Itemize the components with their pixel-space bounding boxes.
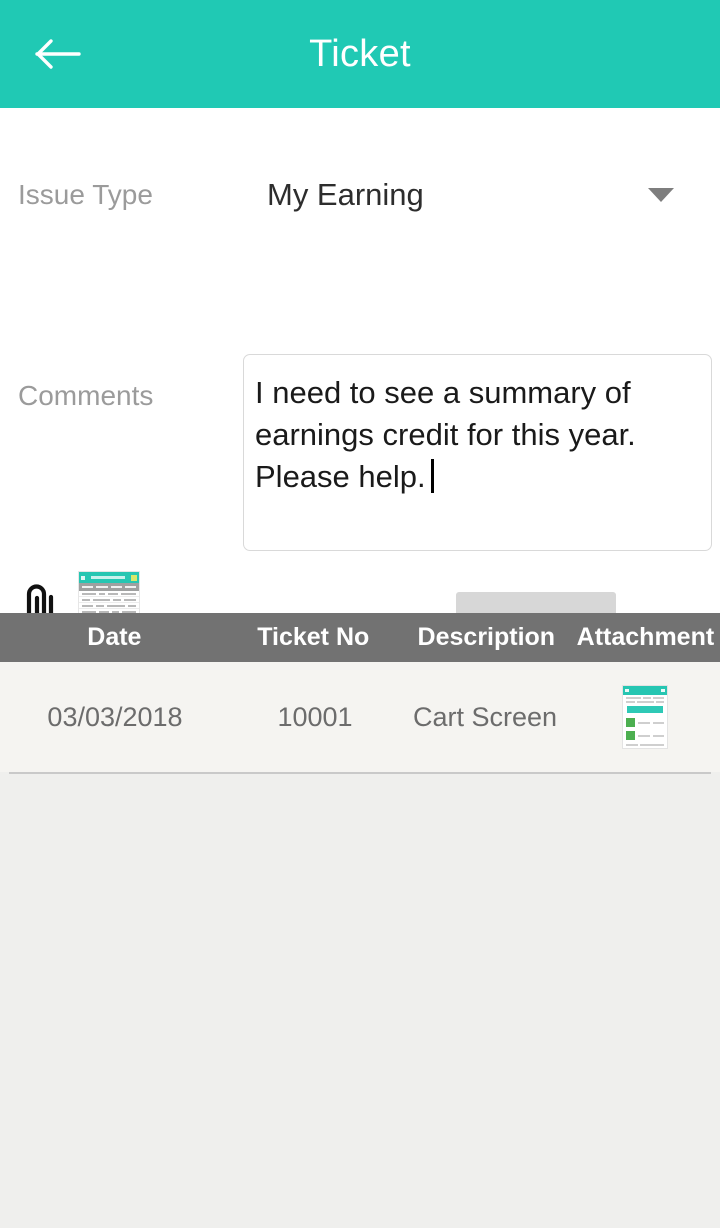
column-header-description: Description [398,623,571,652]
arrow-left-icon [35,38,81,70]
column-header-date: Date [0,623,229,652]
issue-type-label: Issue Type [18,179,153,211]
page-background [0,790,720,1228]
table-row[interactable]: 03/03/2018 10001 Cart Screen [0,662,720,772]
comments-label: Comments [18,380,153,412]
cell-description: Cart Screen [400,702,570,733]
cell-attachment [570,685,720,749]
back-button[interactable] [30,26,86,82]
table-header-row: Date Ticket No Description Attachment [0,613,720,662]
issue-type-row: Issue Type My Earning [0,160,720,230]
issue-type-value: My Earning [245,177,424,213]
text-cursor [431,459,434,493]
chevron-down-icon [648,188,674,202]
page-title: Ticket [0,33,720,76]
ticket-form: Issue Type My Earning Comments I need to… [0,108,720,613]
column-header-ticket-no: Ticket No [229,623,398,652]
comments-value: I need to see a summary of earnings cred… [255,375,644,494]
issue-type-select[interactable]: My Earning [245,177,700,213]
app-bar: Ticket [0,0,720,108]
table-row-divider [9,772,711,774]
thumbnail-subheader [79,583,139,591]
row-thumbnail-header [623,686,667,695]
thumbnail-header [79,572,139,583]
cell-ticket-no: 10001 [230,702,400,733]
cell-date: 03/03/2018 [0,702,230,733]
row-attachment-thumbnail[interactable] [622,685,668,749]
tickets-table: Date Ticket No Description Attachment 03… [0,613,720,774]
column-header-attachment: Attachment [571,623,720,652]
row-thumbnail-accent-bar [627,706,663,713]
comments-input[interactable]: I need to see a summary of earnings cred… [243,354,712,551]
